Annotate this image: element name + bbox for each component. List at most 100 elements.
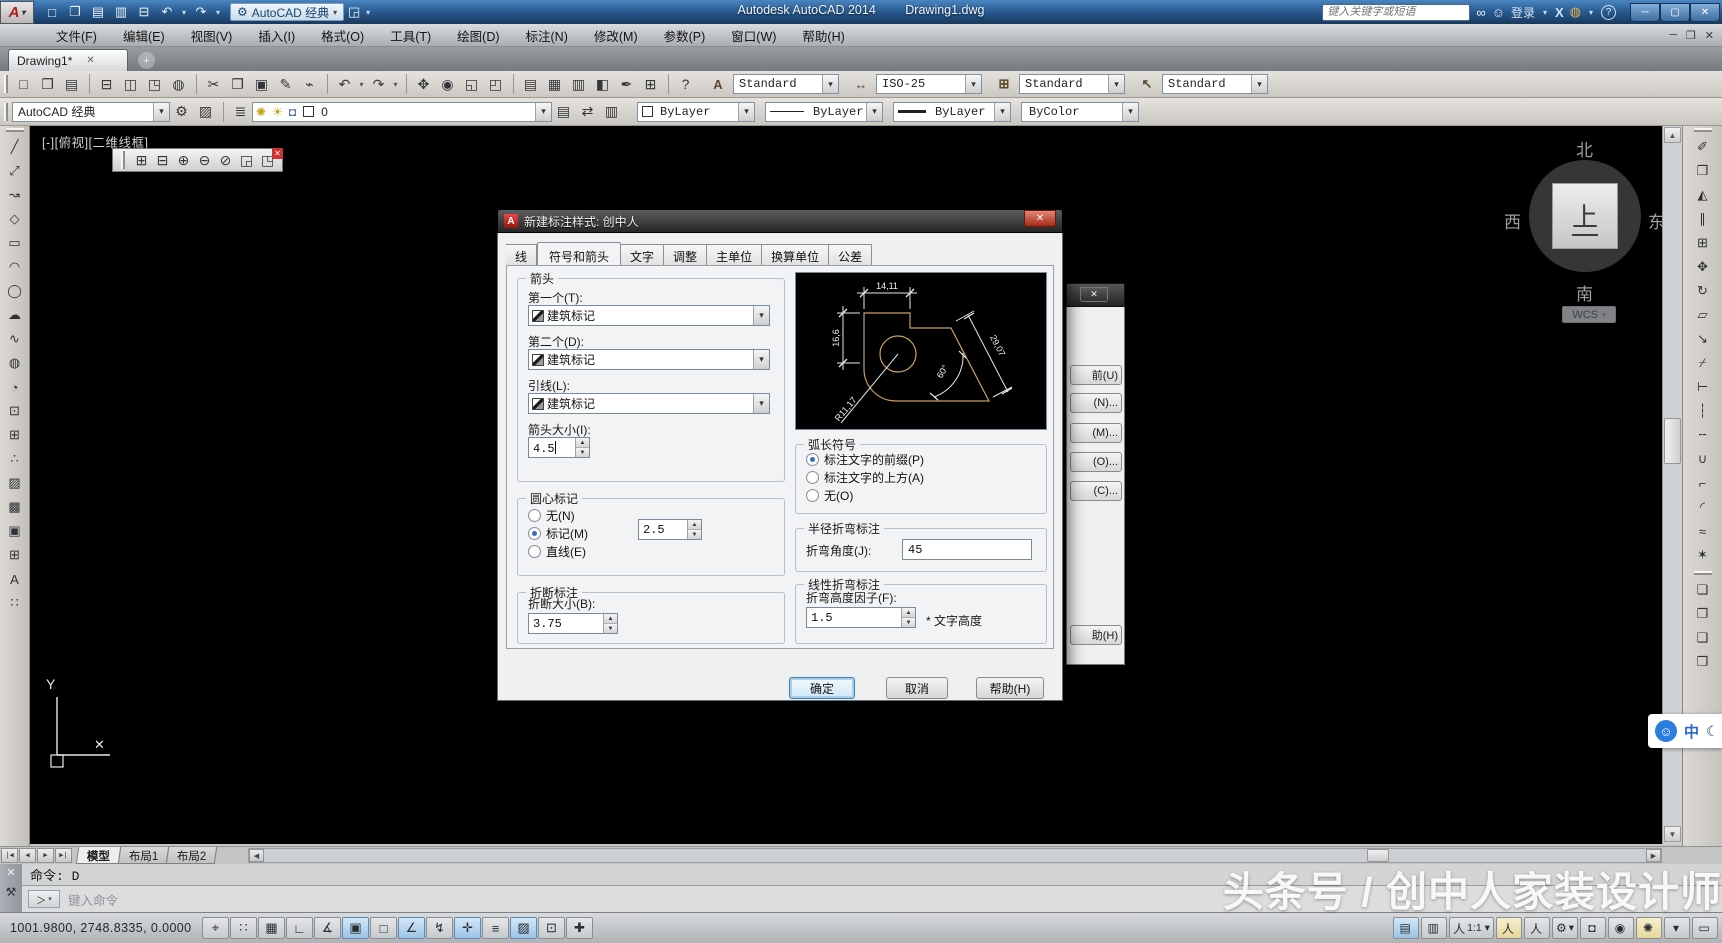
fillet-icon[interactable]: ◜: [1691, 495, 1715, 519]
spinner-buttons[interactable]: ▲▼: [575, 438, 589, 457]
menu-item[interactable]: 工具(T): [378, 24, 443, 47]
spline-icon[interactable]: ∿: [3, 327, 27, 351]
ellipse-icon[interactable]: ◍: [3, 351, 27, 375]
style-combo[interactable]: ISO-25: [876, 74, 982, 94]
scrollbar-thumb[interactable]: [1367, 849, 1389, 862]
rectangle-icon[interactable]: ▭: [3, 231, 27, 255]
style-combo[interactable]: Standard: [1019, 74, 1125, 94]
model-space-button[interactable]: ▤: [1393, 917, 1419, 939]
copy-icon[interactable]: ❐: [1691, 159, 1715, 183]
minimize-button[interactable]: ─: [1630, 3, 1660, 22]
toolbar-grip[interactable]: [121, 151, 125, 169]
print-icon[interactable]: ⊟: [134, 3, 154, 21]
menu-item[interactable]: 标注(N): [514, 24, 580, 47]
scale-icon[interactable]: ▱: [1691, 303, 1715, 327]
circle-icon[interactable]: ◯: [3, 279, 27, 303]
rotate-icon[interactable]: ↻: [1691, 279, 1715, 303]
status-menu-arrow[interactable]: ▾: [1664, 917, 1690, 939]
redo-icon[interactable]: ↷: [191, 3, 211, 21]
scroll-left-icon[interactable]: ◀: [249, 849, 264, 862]
autocad-logo[interactable]: A▾: [0, 1, 34, 24]
chevron-down-icon[interactable]: [535, 103, 551, 121]
redo-dropdown-icon[interactable]: ▾: [391, 73, 400, 95]
plot-style-control[interactable]: ByColor: [1021, 102, 1139, 122]
bring-above-icon[interactable]: ❑: [1691, 626, 1715, 650]
open-icon[interactable]: ❐: [65, 3, 85, 21]
polar-tracking-toggle[interactable]: ∡: [314, 917, 341, 939]
line-icon[interactable]: ╱: [3, 135, 27, 159]
spinner-buttons[interactable]: ▲▼: [901, 608, 915, 627]
chevron-down-icon[interactable]: [1122, 103, 1138, 121]
close-button[interactable]: ✕: [1080, 287, 1108, 302]
save-icon[interactable]: ▤: [60, 73, 83, 95]
doc-close-icon[interactable]: ✕: [1705, 29, 1714, 42]
layer-freeze-icon[interactable]: ☀: [272, 105, 283, 119]
table-icon[interactable]: ⊞: [3, 543, 27, 567]
chevron-down-icon[interactable]: [994, 103, 1010, 121]
jog-height-factor-spinner[interactable]: 1.5 ▲▼: [806, 607, 916, 628]
arc-symbol-radio[interactable]: 无(O): [806, 487, 853, 504]
wrench-icon[interactable]: ⚒: [6, 885, 17, 899]
ime-user-icon[interactable]: ☺: [1655, 720, 1677, 742]
layer-properties-icon[interactable]: ≣: [229, 101, 252, 123]
clipped-button[interactable]: (C)...: [1070, 481, 1122, 501]
coordinates-readout[interactable]: 1001.9800, 2748.8335, 0.0000: [10, 921, 192, 935]
sep[interactable]: [663, 74, 669, 94]
compass-west[interactable]: 西: [1504, 208, 1521, 233]
horizontal-scrollbar[interactable]: ◀ ▶: [248, 848, 1662, 863]
sep[interactable]: [191, 74, 197, 94]
search-icon[interactable]: ∞: [1476, 5, 1485, 20]
viewport-remove-icon[interactable]: ⊖: [194, 149, 215, 171]
arc-symbol-radio[interactable]: 标注文字的上方(A): [806, 469, 924, 486]
exchange-apps-icon[interactable]: X: [1555, 5, 1564, 20]
zoom-previous-icon[interactable]: ◰: [484, 73, 507, 95]
sep[interactable]: [508, 74, 514, 94]
clipped-button[interactable]: (O)...: [1070, 452, 1122, 472]
3d-object-snap-toggle[interactable]: □: [370, 917, 397, 939]
undo-icon[interactable]: ↶: [333, 73, 356, 95]
toolbar-lock-button[interactable]: ◘: [1580, 917, 1606, 939]
help-icon[interactable]: ?: [674, 73, 697, 95]
chevron-down-icon[interactable]: ▾: [364, 3, 372, 21]
center-mark-radio[interactable]: 标记(M): [528, 525, 588, 542]
layout-tab[interactable]: 布局2: [166, 847, 218, 864]
compass-south[interactable]: 南: [1576, 280, 1593, 305]
close-button[interactable]: ✕: [1024, 210, 1056, 227]
polyline-icon[interactable]: ↝: [3, 183, 27, 207]
blend-curves-icon[interactable]: ≈: [1691, 519, 1715, 543]
viewport-restore-icon[interactable]: ◲: [236, 149, 257, 171]
chevron-down-icon[interactable]: [738, 103, 754, 121]
new-icon[interactable]: □: [12, 73, 35, 95]
scroll-right-icon[interactable]: ▶: [1646, 849, 1661, 862]
center-mark-radio[interactable]: 无(N): [528, 507, 575, 524]
layer-isolate-icon[interactable]: ▥: [600, 101, 623, 123]
style-icon[interactable]: ↔: [850, 74, 872, 94]
chevron-down-icon[interactable]: ▾: [1587, 3, 1595, 21]
layer-states-icon[interactable]: ▤: [552, 101, 575, 123]
new-tab-button[interactable]: +: [138, 52, 155, 69]
layout-button[interactable]: ▥: [1421, 917, 1447, 939]
dynamic-input-toggle[interactable]: ✛: [454, 917, 481, 939]
block-editor-icon[interactable]: ⌁: [298, 73, 321, 95]
workspace-combo[interactable]: AutoCAD 经典: [12, 102, 170, 122]
dialog-title-bar[interactable]: ✕: [1066, 283, 1125, 307]
menu-item[interactable]: 窗口(W): [719, 24, 788, 47]
chevron-down-icon[interactable]: [1251, 75, 1267, 93]
paste-icon[interactable]: ▣: [250, 73, 273, 95]
point-icon[interactable]: ∴: [3, 447, 27, 471]
color-control[interactable]: ByLayer: [637, 102, 755, 122]
ortho-mode-toggle[interactable]: ∟: [286, 917, 313, 939]
revision-cloud-icon[interactable]: ☁: [3, 303, 27, 327]
toolbar-grip[interactable]: [4, 103, 8, 121]
isolate-objects-button[interactable]: ◉: [1608, 917, 1634, 939]
style-icon[interactable]: ↖: [1136, 74, 1158, 94]
mtext-icon[interactable]: A: [3, 567, 27, 591]
redo-icon[interactable]: ↷: [367, 73, 390, 95]
move-icon[interactable]: ✥: [1691, 255, 1715, 279]
toolbar-grip[interactable]: [1694, 128, 1712, 132]
leader-arrow-combo[interactable]: 建筑标记: [528, 393, 770, 414]
menu-item[interactable]: 参数(P): [652, 24, 718, 47]
break-icon[interactable]: ╌: [1691, 423, 1715, 447]
sheet-set-manager-icon[interactable]: ◧: [591, 73, 614, 95]
layer-previous-icon[interactable]: ⇄: [576, 101, 599, 123]
